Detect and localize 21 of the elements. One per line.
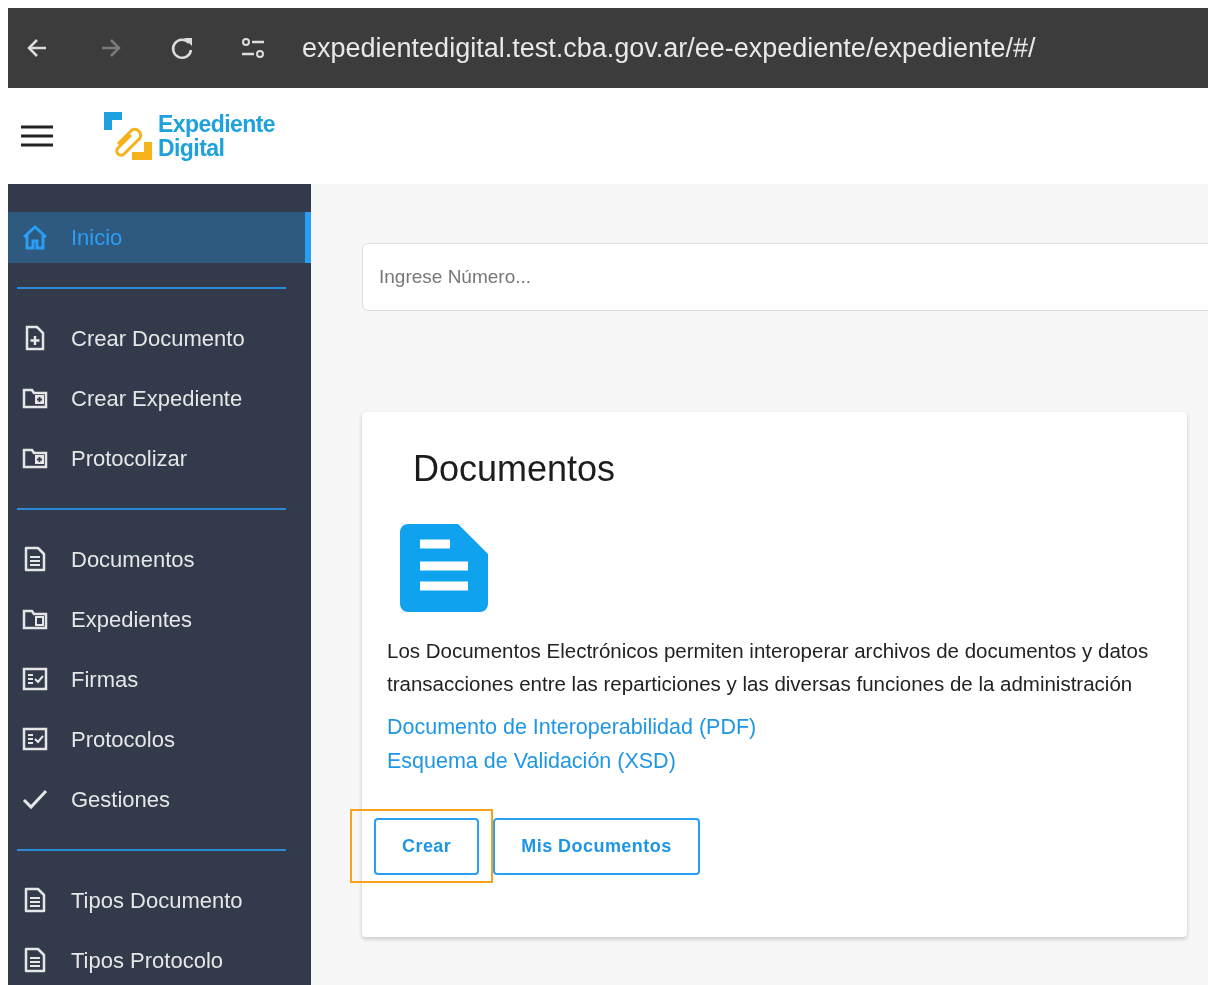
search-field[interactable]: Ingrese Número... (362, 243, 1208, 311)
home-icon (21, 223, 49, 252)
menu-icon[interactable] (20, 125, 54, 147)
checklist-icon (21, 665, 49, 693)
logo-icon (102, 110, 154, 162)
sidebar-item[interactable]: Crear Expediente (8, 368, 311, 428)
logo-text: Digital (158, 136, 225, 160)
sidebar-item[interactable]: Crear Documento (8, 308, 311, 368)
description-text: Los Documentos Electrónicos permiten interoperar archivos de documentos y datos transacciones entre las reparticiones y las diversas funciones de la administración (387, 638, 1150, 697)
sidebar-item[interactable]: Tipos Documento (8, 870, 311, 930)
sidebar-item[interactable]: Protocolos (8, 709, 311, 769)
sidebar-item[interactable]: Tipos Protocolo (8, 930, 311, 985)
site-settings-icon[interactable] (240, 35, 266, 61)
sidebar-item[interactable]: Documentos (8, 529, 311, 589)
card-title: Documentos (412, 447, 617, 491)
sidebar-item[interactable]: Gestiones (8, 769, 311, 829)
sidebar-item[interactable]: Firmas (8, 649, 311, 709)
checklist-icon (21, 725, 49, 753)
sidebar-item[interactable]: Protocolizar (8, 428, 311, 488)
sidebar-item[interactable]: Expedientes (8, 589, 311, 649)
document-icon (400, 524, 488, 612)
